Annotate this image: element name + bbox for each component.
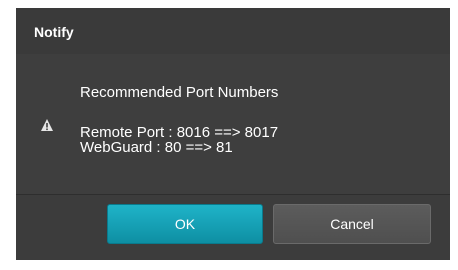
dialog-title: Notify	[34, 24, 74, 40]
dialog-title-bar: Notify	[16, 8, 450, 54]
ok-button[interactable]: OK	[107, 204, 263, 244]
cancel-button[interactable]: Cancel	[273, 204, 431, 244]
notify-dialog: Notify Recommended Port Numbers Remote P…	[16, 8, 450, 260]
message-heading: Recommended Port Numbers	[80, 84, 279, 101]
message-line-webguard: WebGuard : 80 ==> 81	[80, 139, 233, 156]
warning-icon	[41, 119, 53, 131]
